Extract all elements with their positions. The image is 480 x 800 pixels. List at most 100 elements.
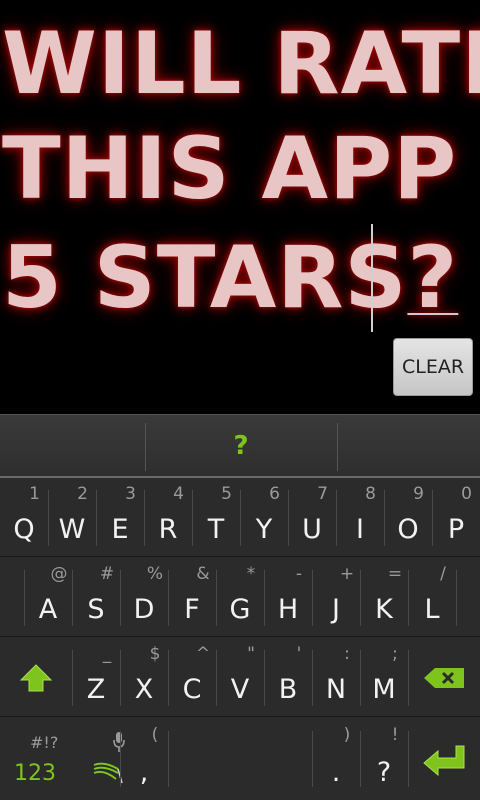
key-label: Y bbox=[255, 514, 273, 545]
key-d[interactable]: % D bbox=[120, 558, 168, 637]
key-label: J bbox=[332, 594, 340, 625]
key-e[interactable]: 3E bbox=[96, 478, 144, 557]
swype-keyboard: ? 1Q 2W 3E 4R 5T 6Y 7U 8I 9O 0P @ A # S % D… bbox=[0, 414, 480, 800]
key-v[interactable]: " V bbox=[216, 638, 264, 717]
key-comma[interactable]: ( , bbox=[120, 719, 168, 800]
key-hint: 9 bbox=[413, 484, 424, 504]
key-y[interactable]: 6Y bbox=[240, 478, 288, 557]
key-x[interactable]: $ X bbox=[120, 638, 168, 717]
key-label: K bbox=[375, 594, 393, 625]
key-k[interactable]: = K bbox=[360, 558, 408, 637]
key-hint: - bbox=[295, 564, 303, 584]
key-hint: / bbox=[440, 564, 446, 584]
key-i[interactable]: 8I bbox=[336, 478, 384, 557]
key-l[interactable]: / L bbox=[408, 558, 456, 637]
key-a[interactable]: @ A bbox=[24, 558, 72, 637]
key-label: X bbox=[134, 674, 154, 705]
enter-key[interactable] bbox=[408, 719, 480, 800]
key-hint: # bbox=[99, 564, 115, 584]
key-hint: % bbox=[146, 564, 164, 584]
display-line-3: 5 STARS? bbox=[2, 228, 458, 328]
key-hint: " bbox=[247, 644, 255, 664]
key-hint: 7 bbox=[317, 484, 328, 504]
key-o[interactable]: 9O bbox=[384, 478, 432, 557]
key-label: F bbox=[184, 594, 200, 625]
key-label: M bbox=[372, 674, 396, 705]
key-hint: & bbox=[196, 564, 210, 584]
key-r[interactable]: 4R bbox=[144, 478, 192, 557]
key-label: S bbox=[87, 594, 105, 625]
suggestion-divider bbox=[337, 423, 338, 471]
clear-button[interactable]: CLEAR bbox=[393, 338, 473, 396]
key-row-1: 1Q 2W 3E 4R 5T 6Y 7U 8I 9O 0P bbox=[0, 478, 480, 557]
key-period[interactable]: ) . bbox=[312, 719, 360, 800]
key-w[interactable]: 2W bbox=[48, 478, 96, 557]
key-label: G bbox=[229, 594, 251, 625]
key-c[interactable]: ^ C bbox=[168, 638, 216, 717]
key-hint: _ bbox=[102, 644, 112, 664]
key-label: D bbox=[133, 594, 155, 625]
key-hint: ' bbox=[296, 644, 302, 664]
key-label: A bbox=[38, 594, 58, 625]
key-h[interactable]: -H bbox=[264, 558, 312, 637]
key-label: T bbox=[207, 514, 225, 545]
shift-key[interactable] bbox=[0, 638, 72, 717]
key-m[interactable]: ; M bbox=[360, 638, 408, 717]
key-label: ? bbox=[376, 757, 392, 788]
key-row-4: #!? 123 ( , ) . ! ? bbox=[0, 719, 480, 800]
key-j[interactable]: + J bbox=[312, 558, 360, 637]
suggestion-bar: ? bbox=[0, 414, 480, 478]
key-hint: : bbox=[344, 644, 350, 664]
key-hint: ; bbox=[392, 644, 398, 664]
delete-key[interactable] bbox=[408, 638, 480, 717]
key-b[interactable]: ' B bbox=[264, 638, 312, 717]
key-label: Z bbox=[86, 674, 106, 705]
key-row-2: @ A # S % D & F * G -H + J = K / L bbox=[0, 558, 480, 637]
display-line-1: WILL RATE bbox=[2, 14, 480, 114]
key-hint: = bbox=[387, 564, 403, 584]
key-f[interactable]: & F bbox=[168, 558, 216, 637]
key-question[interactable]: ! ? bbox=[360, 719, 408, 800]
key-label: N bbox=[325, 674, 347, 705]
symbols-hint: #!? bbox=[30, 733, 59, 752]
symbols-key[interactable]: #!? 123 bbox=[0, 719, 72, 800]
key-hint: ! bbox=[391, 725, 399, 745]
key-label: , bbox=[139, 757, 149, 788]
key-q[interactable]: 1Q bbox=[0, 478, 48, 557]
text-display[interactable]: WILL RATE THIS APP 5 STARS? CLEAR bbox=[0, 0, 480, 414]
key-g[interactable]: * G bbox=[216, 558, 264, 637]
key-label: P bbox=[447, 514, 465, 545]
key-label: . bbox=[331, 757, 341, 788]
key-hint: ^ bbox=[195, 644, 211, 664]
key-u[interactable]: 7U bbox=[288, 478, 336, 557]
composing-character: ? bbox=[407, 228, 459, 328]
key-hint: 5 bbox=[221, 484, 232, 504]
display-line-3-text: 5 STARS bbox=[2, 228, 408, 328]
shift-arrow-icon bbox=[19, 663, 53, 691]
key-hint: @ bbox=[50, 564, 68, 584]
key-hint: 0 bbox=[461, 484, 472, 504]
key-label: U bbox=[302, 514, 322, 545]
key-hint: + bbox=[339, 564, 355, 584]
key-p[interactable]: 0P bbox=[432, 478, 480, 557]
key-label: H bbox=[277, 594, 299, 625]
key-hint: * bbox=[246, 564, 256, 584]
text-cursor bbox=[371, 224, 373, 332]
key-s[interactable]: # S bbox=[72, 558, 120, 637]
key-n[interactable]: :N bbox=[312, 638, 360, 717]
key-hint: $ bbox=[149, 644, 161, 664]
key-label: R bbox=[158, 514, 178, 545]
swype-key[interactable] bbox=[72, 719, 125, 800]
key-label: V bbox=[230, 674, 250, 705]
symbols-label: 123 bbox=[14, 761, 56, 786]
key-hint: ) bbox=[343, 725, 351, 745]
key-t[interactable]: 5T bbox=[192, 478, 240, 557]
space-key[interactable] bbox=[168, 719, 312, 800]
key-label: C bbox=[182, 674, 202, 705]
suggestion-item[interactable]: ? bbox=[146, 415, 336, 477]
key-label: L bbox=[424, 594, 440, 625]
key-hint: 2 bbox=[77, 484, 88, 504]
key-z[interactable]: _ Z bbox=[72, 638, 120, 717]
key-hint: 4 bbox=[173, 484, 184, 504]
key-label: E bbox=[111, 514, 129, 545]
